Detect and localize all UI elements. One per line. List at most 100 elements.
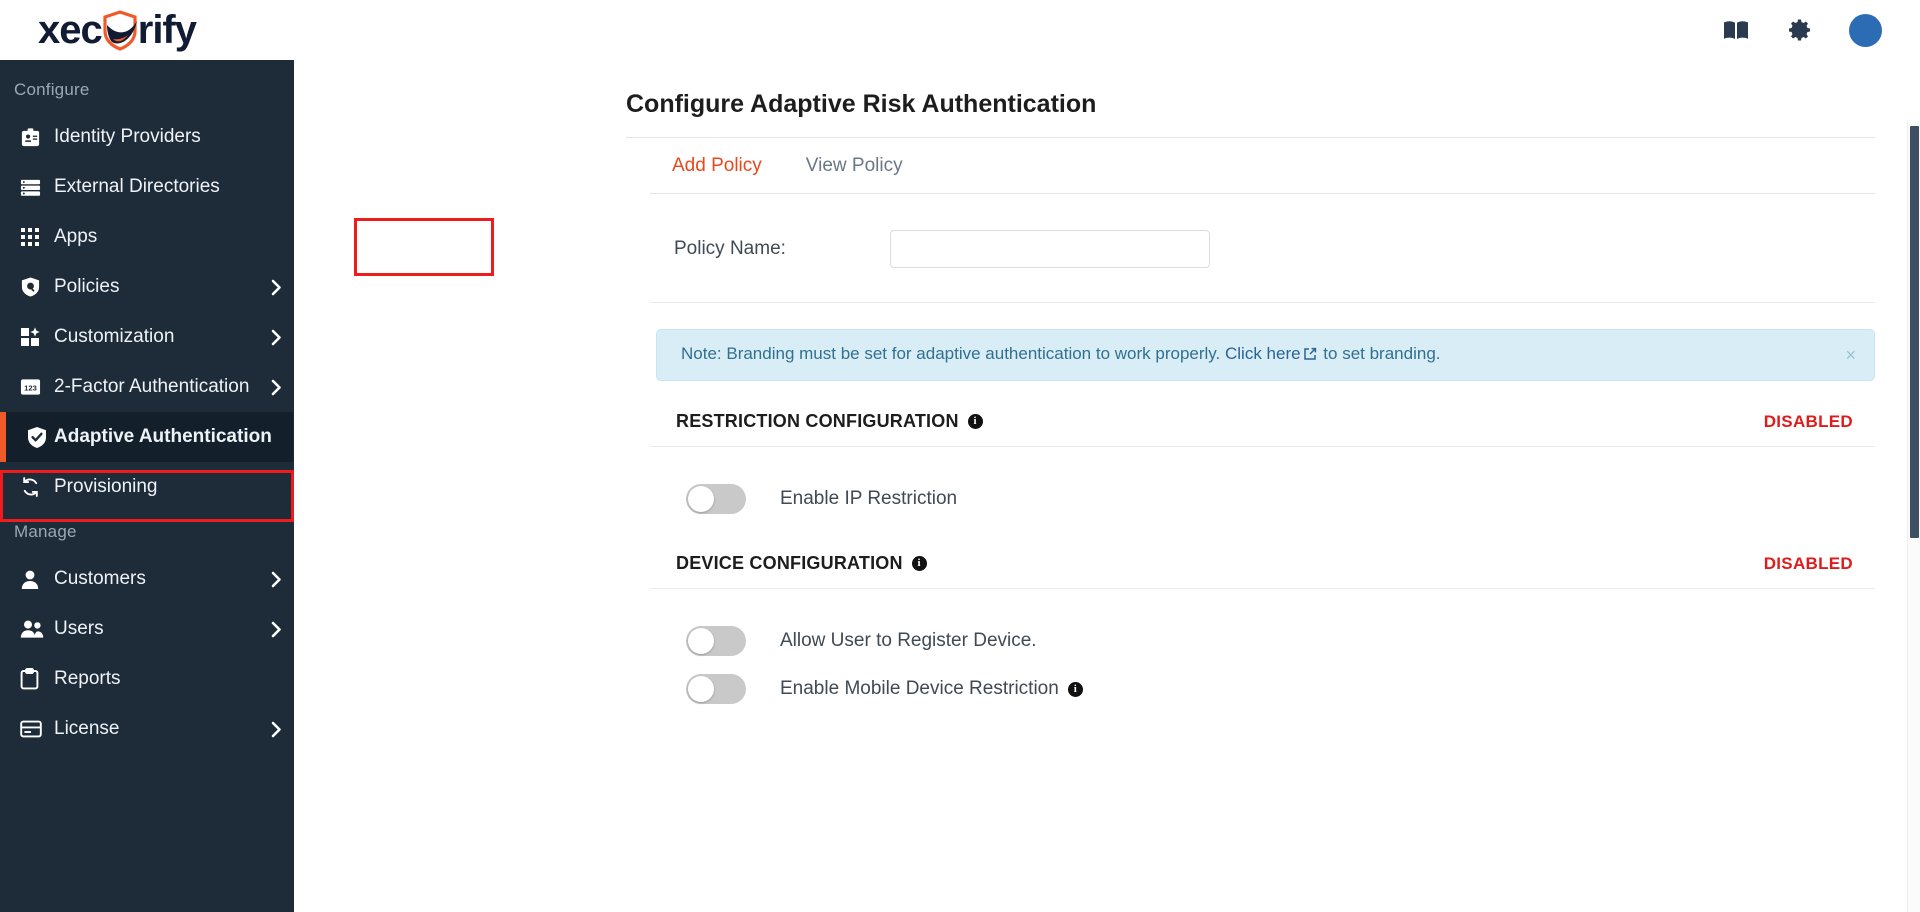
sidebar-item-label: Reports bbox=[54, 668, 294, 690]
toggle-allow-user-register-device[interactable] bbox=[686, 626, 746, 656]
sidebar-item-adaptive-authentication[interactable]: Adaptive Authentication bbox=[0, 412, 294, 462]
sidebar-item-label: Policies bbox=[54, 276, 258, 298]
note-text: Note: Branding must be set for adaptive … bbox=[681, 344, 1441, 366]
sync-icon bbox=[20, 476, 54, 498]
info-icon[interactable]: i bbox=[968, 414, 983, 429]
scrollbar-thumb[interactable] bbox=[1910, 126, 1919, 538]
tab-bar: Add Policy View Policy bbox=[650, 138, 1875, 194]
toggle-label-text: Enable IP Restriction bbox=[780, 488, 957, 510]
top-bar: xec rify bbox=[0, 0, 1920, 60]
close-icon[interactable]: × bbox=[1845, 346, 1856, 364]
sidebar-item-label: License bbox=[54, 718, 258, 740]
section-title: DEVICE CONFIGURATION i bbox=[676, 553, 927, 574]
sidebar-item-label: Customization bbox=[54, 326, 258, 348]
sidebar-item-label: Apps bbox=[54, 226, 258, 248]
note-text-before: Note: Branding must be set for adaptive … bbox=[681, 344, 1225, 363]
avatar[interactable] bbox=[1849, 14, 1882, 47]
shield-check-icon bbox=[20, 426, 54, 449]
info-icon[interactable]: i bbox=[912, 556, 927, 571]
sidebar-item-reports[interactable]: Reports bbox=[0, 654, 294, 704]
sidebar-item-identity-providers[interactable]: Identity Providers bbox=[0, 112, 294, 162]
toggle-label: Enable IP Restriction bbox=[780, 488, 957, 510]
body-row: Configure Identity Providers External Di… bbox=[0, 60, 1920, 912]
book-icon[interactable] bbox=[1721, 15, 1751, 45]
shield-logo-icon bbox=[100, 9, 140, 51]
sidebar-item-label: Users bbox=[54, 618, 258, 640]
section-header: RESTRICTION CONFIGURATION i DISABLED bbox=[650, 381, 1875, 447]
chevron-right-icon bbox=[258, 279, 294, 296]
toggle-group: Enable IP Restriction bbox=[650, 447, 1875, 523]
note-text-after: to set branding. bbox=[1319, 344, 1441, 363]
section-title-text: DEVICE CONFIGURATION bbox=[676, 553, 903, 574]
policy-name-input[interactable] bbox=[890, 230, 1210, 268]
toggle-label: Allow User to Register Device. bbox=[780, 630, 1037, 652]
status-badge: DISABLED bbox=[1764, 554, 1875, 574]
sidebar-item-customers[interactable]: Customers bbox=[0, 554, 294, 604]
sidebar-item-label: Adaptive Authentication bbox=[54, 426, 294, 448]
toggle-label: Enable Mobile Device Restriction i bbox=[780, 678, 1083, 700]
sidebar-item-label: Provisioning bbox=[54, 476, 294, 498]
section-title: RESTRICTION CONFIGURATION i bbox=[676, 411, 983, 432]
sidebar-item-provisioning[interactable]: Provisioning bbox=[0, 462, 294, 512]
app-logo[interactable]: xec rify bbox=[38, 8, 196, 52]
toggle-knob bbox=[688, 486, 714, 512]
chevron-right-icon bbox=[258, 571, 294, 588]
info-icon[interactable]: i bbox=[1068, 682, 1083, 697]
section-restriction-configuration: RESTRICTION CONFIGURATION i DISABLED Ena… bbox=[650, 381, 1875, 523]
shield-search-icon bbox=[20, 276, 54, 298]
sidebar-item-2fa[interactable]: 123 2-Factor Authentication bbox=[0, 362, 294, 412]
toggle-enable-mobile-device-restriction[interactable] bbox=[686, 674, 746, 704]
toggle-knob bbox=[688, 676, 714, 702]
sidebar-item-label: 2-Factor Authentication bbox=[54, 376, 258, 398]
top-bar-actions bbox=[1721, 14, 1892, 47]
logo-text-left: xec bbox=[38, 10, 102, 50]
sidebar-item-label: External Directories bbox=[54, 176, 294, 198]
sidebar-item-policies[interactable]: Policies bbox=[0, 262, 294, 312]
svg-text:123: 123 bbox=[24, 383, 37, 392]
external-link-icon bbox=[1303, 346, 1317, 366]
tab-add-policy[interactable]: Add Policy bbox=[650, 138, 784, 193]
toggle-row: Allow User to Register Device. bbox=[650, 617, 1875, 665]
main-content: Configure Adaptive Risk Authentication A… bbox=[294, 60, 1920, 912]
id-badge-icon bbox=[20, 127, 54, 148]
policy-name-label: Policy Name: bbox=[650, 238, 890, 260]
chevron-right-icon bbox=[258, 379, 294, 396]
toggle-row: Enable Mobile Device Restriction i bbox=[650, 665, 1875, 713]
sidebar-item-users[interactable]: Users bbox=[0, 604, 294, 654]
sidebar-group-configure: Configure bbox=[0, 70, 294, 112]
policy-name-row: Policy Name: bbox=[650, 194, 1875, 303]
numbers-123-icon: 123 bbox=[20, 378, 54, 396]
person-icon bbox=[20, 569, 54, 590]
people-icon bbox=[20, 619, 54, 639]
section-title-text: RESTRICTION CONFIGURATION bbox=[676, 411, 959, 432]
status-badge: DISABLED bbox=[1764, 412, 1875, 432]
sidebar-item-label: Customers bbox=[54, 568, 258, 590]
note-link-click-here[interactable]: Click here bbox=[1225, 344, 1301, 363]
section-header: DEVICE CONFIGURATION i DISABLED bbox=[650, 523, 1875, 589]
sidebar-item-license[interactable]: License bbox=[0, 704, 294, 754]
page-title: Configure Adaptive Risk Authentication bbox=[294, 60, 1920, 137]
chevron-right-icon bbox=[258, 621, 294, 638]
sidebar-item-customization[interactable]: Customization bbox=[0, 312, 294, 362]
sidebar-group-manage: Manage bbox=[0, 512, 294, 554]
gear-icon[interactable] bbox=[1785, 15, 1815, 45]
section-device-configuration: DEVICE CONFIGURATION i DISABLED Allow Us… bbox=[650, 523, 1875, 713]
toggle-enable-ip-restriction[interactable] bbox=[686, 484, 746, 514]
card-icon bbox=[20, 720, 54, 738]
chevron-right-icon bbox=[258, 721, 294, 738]
toggle-label-text: Enable Mobile Device Restriction bbox=[780, 678, 1059, 700]
chevron-right-icon bbox=[258, 329, 294, 346]
branding-note-banner: Note: Branding must be set for adaptive … bbox=[656, 329, 1875, 381]
sidebar-item-apps[interactable]: Apps bbox=[0, 212, 294, 262]
tab-view-policy[interactable]: View Policy bbox=[784, 138, 925, 193]
toggle-knob bbox=[688, 628, 714, 654]
app-root: xec rify bbox=[0, 0, 1920, 912]
sidebar-item-label: Identity Providers bbox=[54, 126, 294, 148]
sidebar-item-external-directories[interactable]: External Directories bbox=[0, 162, 294, 212]
toggle-label-text: Allow User to Register Device. bbox=[780, 630, 1037, 652]
grid-icon bbox=[20, 227, 54, 247]
toggle-row: Enable IP Restriction bbox=[650, 475, 1875, 523]
layout-icon bbox=[20, 327, 54, 347]
clipboard-icon bbox=[20, 668, 54, 690]
vertical-scrollbar[interactable] bbox=[1907, 120, 1920, 912]
